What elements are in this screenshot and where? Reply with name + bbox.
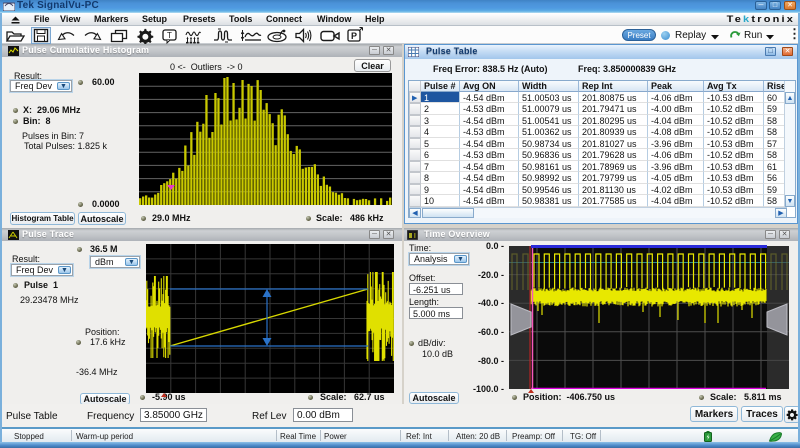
svg-text:P: P xyxy=(351,31,357,41)
svg-text:T: T xyxy=(167,31,172,40)
